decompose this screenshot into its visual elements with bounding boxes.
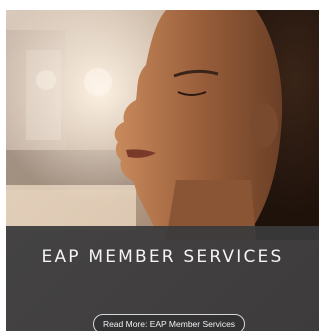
eap-member-services-card: EAP MEMBER SERVICES Read More: EAP Membe…: [6, 10, 319, 331]
read-more-button[interactable]: Read More: EAP Member Services: [93, 314, 245, 331]
card-title: EAP MEMBER SERVICES: [41, 247, 284, 267]
